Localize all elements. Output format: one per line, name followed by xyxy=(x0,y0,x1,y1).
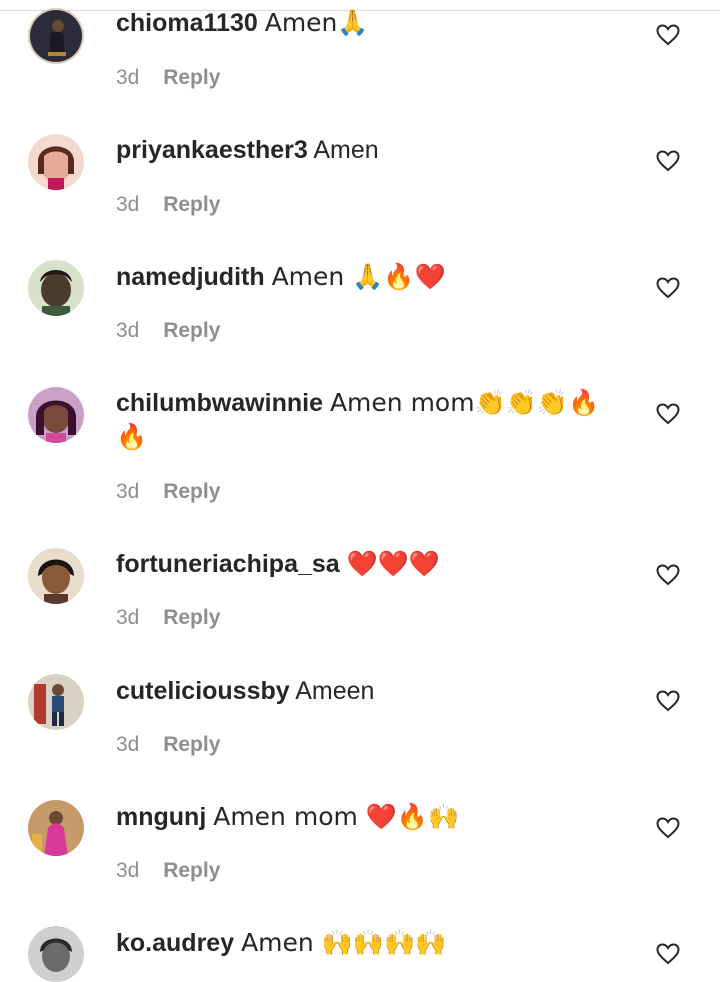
avatar[interactable] xyxy=(28,674,84,730)
like-button[interactable] xyxy=(656,24,680,46)
comment-meta: 3d Reply xyxy=(116,605,220,631)
reply-button[interactable]: Reply xyxy=(163,606,220,629)
heart-outline-icon xyxy=(656,690,680,712)
comment-body: Ameen xyxy=(295,677,375,705)
comment-time: 3d xyxy=(116,733,140,756)
avatar-image xyxy=(28,134,84,190)
heart-outline-icon xyxy=(656,564,680,586)
comment-meta: 3d Reply xyxy=(116,318,220,344)
avatar-image xyxy=(28,8,84,64)
comment-body: Amen 🙌🙌🙌🙌 xyxy=(241,928,447,957)
like-button[interactable] xyxy=(656,817,680,839)
avatar-image xyxy=(28,260,84,316)
avatar[interactable] xyxy=(28,548,84,604)
reply-button[interactable]: Reply xyxy=(163,733,220,756)
comment-text: fortuneriachipa_sa ❤️❤️❤️ xyxy=(116,547,616,581)
comment-meta: 3d Reply xyxy=(116,732,220,758)
comment-meta: 3d Reply xyxy=(116,479,220,505)
avatar-image xyxy=(28,674,84,730)
avatar[interactable] xyxy=(28,387,84,443)
reply-button[interactable]: Reply xyxy=(163,66,220,89)
comment-username[interactable]: priyankaesther3 xyxy=(116,136,308,164)
reply-button[interactable]: Reply xyxy=(163,319,220,342)
comment-meta: 3d Reply xyxy=(116,858,220,884)
comment-time: 3d xyxy=(116,859,140,882)
comment-body: Amen mom ❤️🔥🙌 xyxy=(213,802,460,831)
comment-body: ❤️❤️❤️ xyxy=(346,549,441,578)
comment-body: Amen 🙏🔥❤️ xyxy=(271,262,446,291)
like-button[interactable] xyxy=(656,150,680,172)
reply-button[interactable]: Reply xyxy=(163,480,220,503)
comment-text: chioma1130 Amen🙏 xyxy=(116,6,616,40)
comment-text: cutelicioussby Ameen xyxy=(116,674,616,708)
like-button[interactable] xyxy=(656,564,680,586)
heart-outline-icon xyxy=(656,24,680,46)
comment-meta: 3d Reply xyxy=(116,192,220,218)
comment-body: Amen🙏 xyxy=(264,8,369,37)
heart-outline-icon xyxy=(656,403,680,425)
comment-username[interactable]: ko.audrey xyxy=(116,929,234,957)
heart-outline-icon xyxy=(656,943,680,965)
heart-outline-icon xyxy=(656,277,680,299)
avatar[interactable] xyxy=(28,8,84,64)
comment-username[interactable]: chilumbwawinnie xyxy=(116,389,323,417)
heart-outline-icon xyxy=(656,150,680,172)
avatar-image xyxy=(28,387,84,443)
comment-body: Amen xyxy=(313,136,379,164)
heart-outline-icon xyxy=(656,817,680,839)
comment-time: 3d xyxy=(116,193,140,216)
comment-time: 3d xyxy=(116,480,140,503)
reply-button[interactable]: Reply xyxy=(163,193,220,216)
avatar-image xyxy=(28,800,84,856)
comment-time: 3d xyxy=(116,66,140,89)
comment-time: 3d xyxy=(116,606,140,629)
like-button[interactable] xyxy=(656,277,680,299)
like-button[interactable] xyxy=(656,403,680,425)
comment-text: priyankaesther3 Amen xyxy=(116,133,616,167)
comment-username[interactable]: fortuneriachipa_sa xyxy=(116,550,340,578)
comment-text: mngunj Amen mom ❤️🔥🙌 xyxy=(116,800,616,834)
avatar[interactable] xyxy=(28,134,84,190)
comment-time: 3d xyxy=(116,319,140,342)
avatar-image xyxy=(28,548,84,604)
comment-text: namedjudith Amen 🙏🔥❤️ xyxy=(116,260,616,294)
comment-username[interactable]: namedjudith xyxy=(116,263,265,291)
avatar[interactable] xyxy=(28,926,84,982)
comment-username[interactable]: mngunj xyxy=(116,803,206,831)
comment-text: ko.audrey Amen 🙌🙌🙌🙌 xyxy=(116,926,616,960)
comment-meta: 3d Reply xyxy=(116,65,220,91)
like-button[interactable] xyxy=(656,690,680,712)
avatar[interactable] xyxy=(28,260,84,316)
comment-text: chilumbwawinnie Amen mom👏👏👏🔥🔥 xyxy=(116,386,616,454)
comment-username[interactable]: cutelicioussby xyxy=(116,677,290,705)
like-button[interactable] xyxy=(656,943,680,965)
avatar[interactable] xyxy=(28,800,84,856)
reply-button[interactable]: Reply xyxy=(163,859,220,882)
avatar-image xyxy=(28,926,84,982)
comment-username[interactable]: chioma1130 xyxy=(116,9,258,37)
